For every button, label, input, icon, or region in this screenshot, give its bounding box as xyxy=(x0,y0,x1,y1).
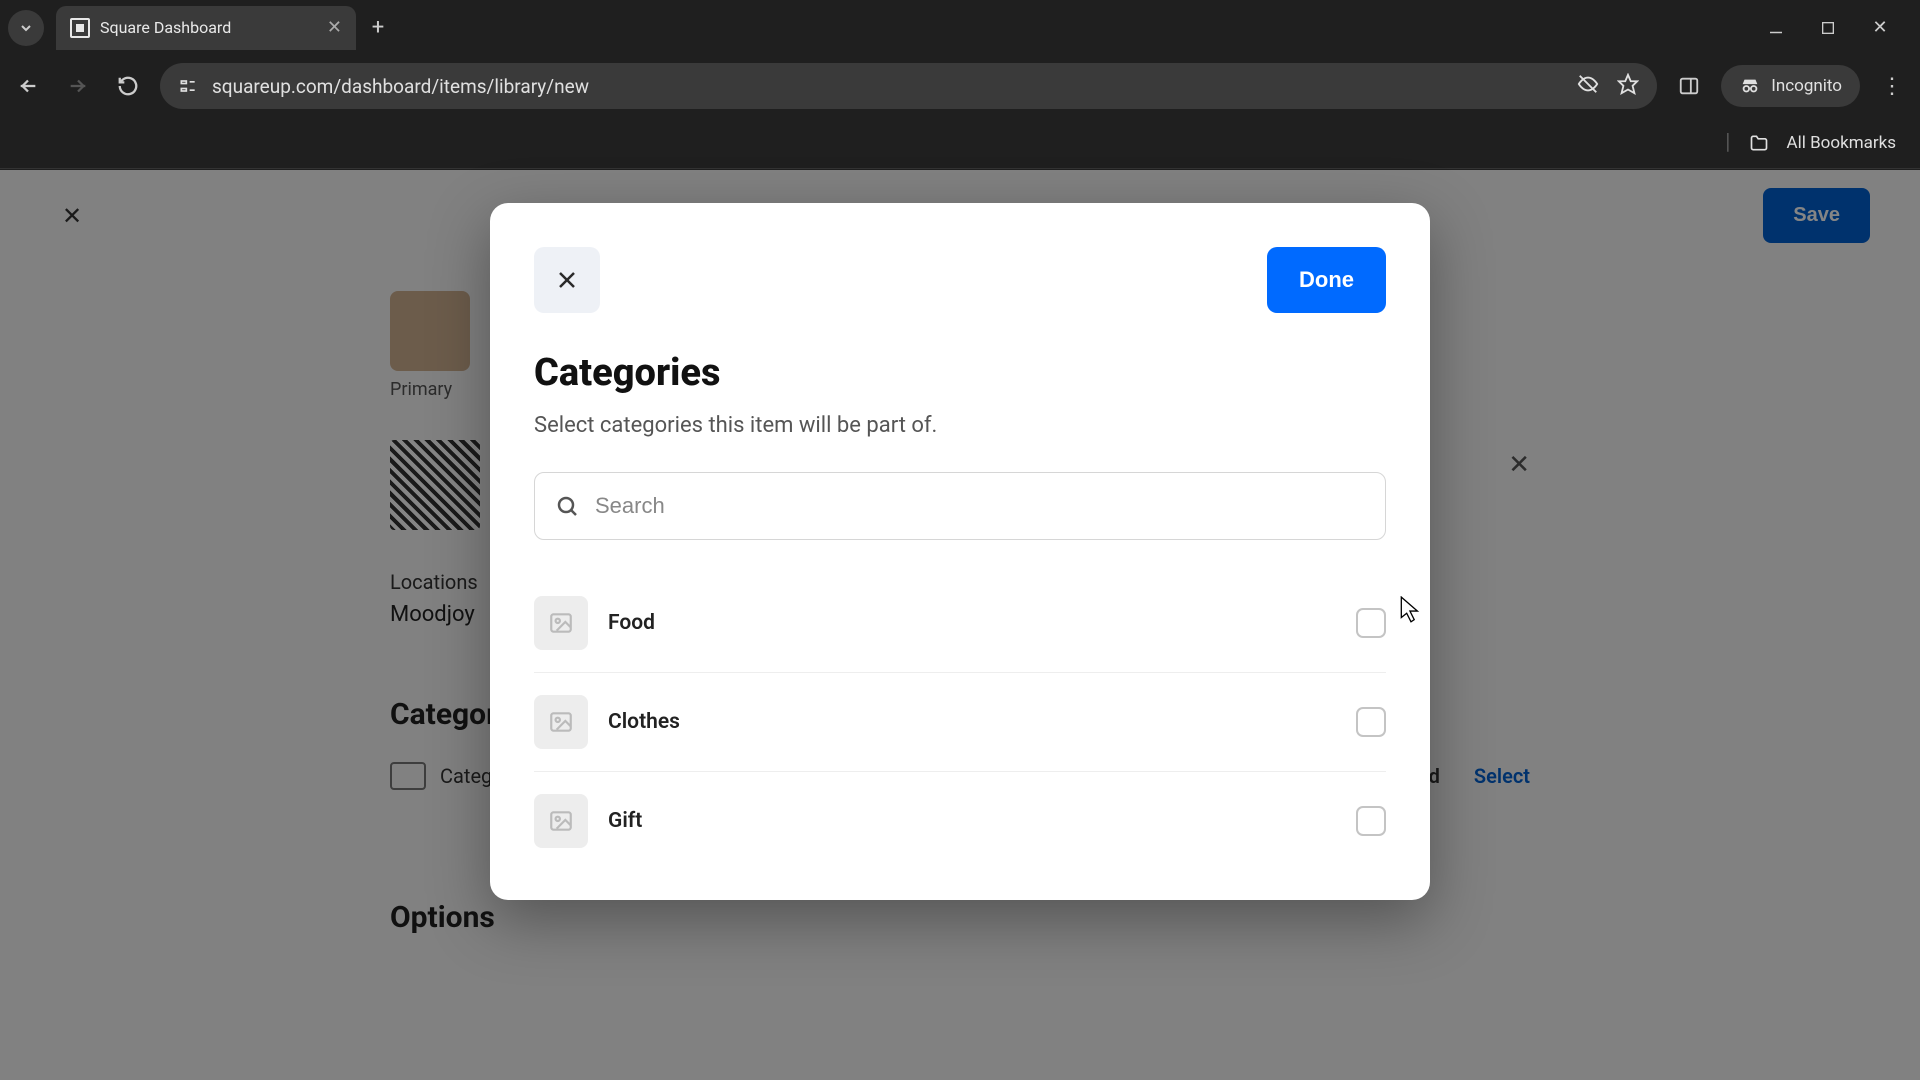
browser-menu-button[interactable]: ⋮ xyxy=(1874,68,1910,104)
category-item[interactable]: Food xyxy=(534,574,1386,673)
category-name: Food xyxy=(608,611,1336,635)
tracking-off-icon[interactable] xyxy=(1577,73,1599,100)
modal-title: Categories xyxy=(534,351,1386,395)
category-thumb-placeholder xyxy=(534,695,588,749)
modal-close-button[interactable] xyxy=(534,247,600,313)
url-actions xyxy=(1577,73,1639,100)
tab-bar: Square Dashboard ✕ + ✕ xyxy=(0,0,1920,55)
forward-button[interactable] xyxy=(60,68,96,104)
maximize-button[interactable] xyxy=(1816,16,1840,40)
category-thumb-placeholder xyxy=(534,596,588,650)
divider: | xyxy=(1725,130,1730,155)
image-icon xyxy=(548,709,574,735)
back-button[interactable] xyxy=(10,68,46,104)
minimize-button[interactable] xyxy=(1764,16,1788,40)
address-bar: squareup.com/dashboard/items/library/new… xyxy=(0,55,1920,117)
category-list: Food Clothes Gift xyxy=(534,574,1386,870)
category-checkbox[interactable] xyxy=(1356,608,1386,638)
url-field[interactable]: squareup.com/dashboard/items/library/new xyxy=(160,63,1657,109)
tab-search-button[interactable] xyxy=(8,10,44,46)
done-button[interactable]: Done xyxy=(1267,247,1386,313)
search-icon xyxy=(555,494,579,518)
side-panel-button[interactable] xyxy=(1671,68,1707,104)
close-icon xyxy=(555,268,579,292)
incognito-badge[interactable]: Incognito xyxy=(1721,65,1860,107)
all-bookmarks-link[interactable]: All Bookmarks xyxy=(1787,133,1896,153)
close-window-button[interactable]: ✕ xyxy=(1868,16,1892,40)
image-icon xyxy=(548,610,574,636)
image-icon xyxy=(548,808,574,834)
browser-chrome: Square Dashboard ✕ + ✕ squareup.com/dash… xyxy=(0,0,1920,170)
bookmarks-bar: | All Bookmarks xyxy=(0,117,1920,169)
category-checkbox[interactable] xyxy=(1356,707,1386,737)
category-name: Clothes xyxy=(608,710,1336,734)
folder-icon xyxy=(1749,133,1769,153)
bookmark-star-icon[interactable] xyxy=(1617,73,1639,100)
category-checkbox[interactable] xyxy=(1356,806,1386,836)
category-name: Gift xyxy=(608,809,1336,833)
category-item[interactable]: Gift xyxy=(534,772,1386,870)
site-settings-icon[interactable] xyxy=(178,76,198,96)
window-controls: ✕ xyxy=(1764,16,1912,40)
url-text: squareup.com/dashboard/items/library/new xyxy=(212,75,1563,98)
reload-button[interactable] xyxy=(110,68,146,104)
tab-favicon-icon xyxy=(70,18,90,38)
category-item[interactable]: Clothes xyxy=(534,673,1386,772)
tab-close-button[interactable]: ✕ xyxy=(327,17,342,38)
modal-subtitle: Select categories this item will be part… xyxy=(534,413,1386,438)
search-field-wrap[interactable] xyxy=(534,472,1386,540)
new-tab-button[interactable]: + xyxy=(360,10,396,46)
categories-modal: Done Categories Select categories this i… xyxy=(490,203,1430,900)
incognito-label: Incognito xyxy=(1771,76,1842,96)
chevron-down-icon xyxy=(18,20,34,36)
search-input[interactable] xyxy=(595,493,1365,519)
browser-tab[interactable]: Square Dashboard ✕ xyxy=(56,6,356,50)
incognito-icon xyxy=(1739,75,1761,97)
category-thumb-placeholder xyxy=(534,794,588,848)
tab-title: Square Dashboard xyxy=(100,18,317,37)
modal-header: Done xyxy=(534,247,1386,313)
